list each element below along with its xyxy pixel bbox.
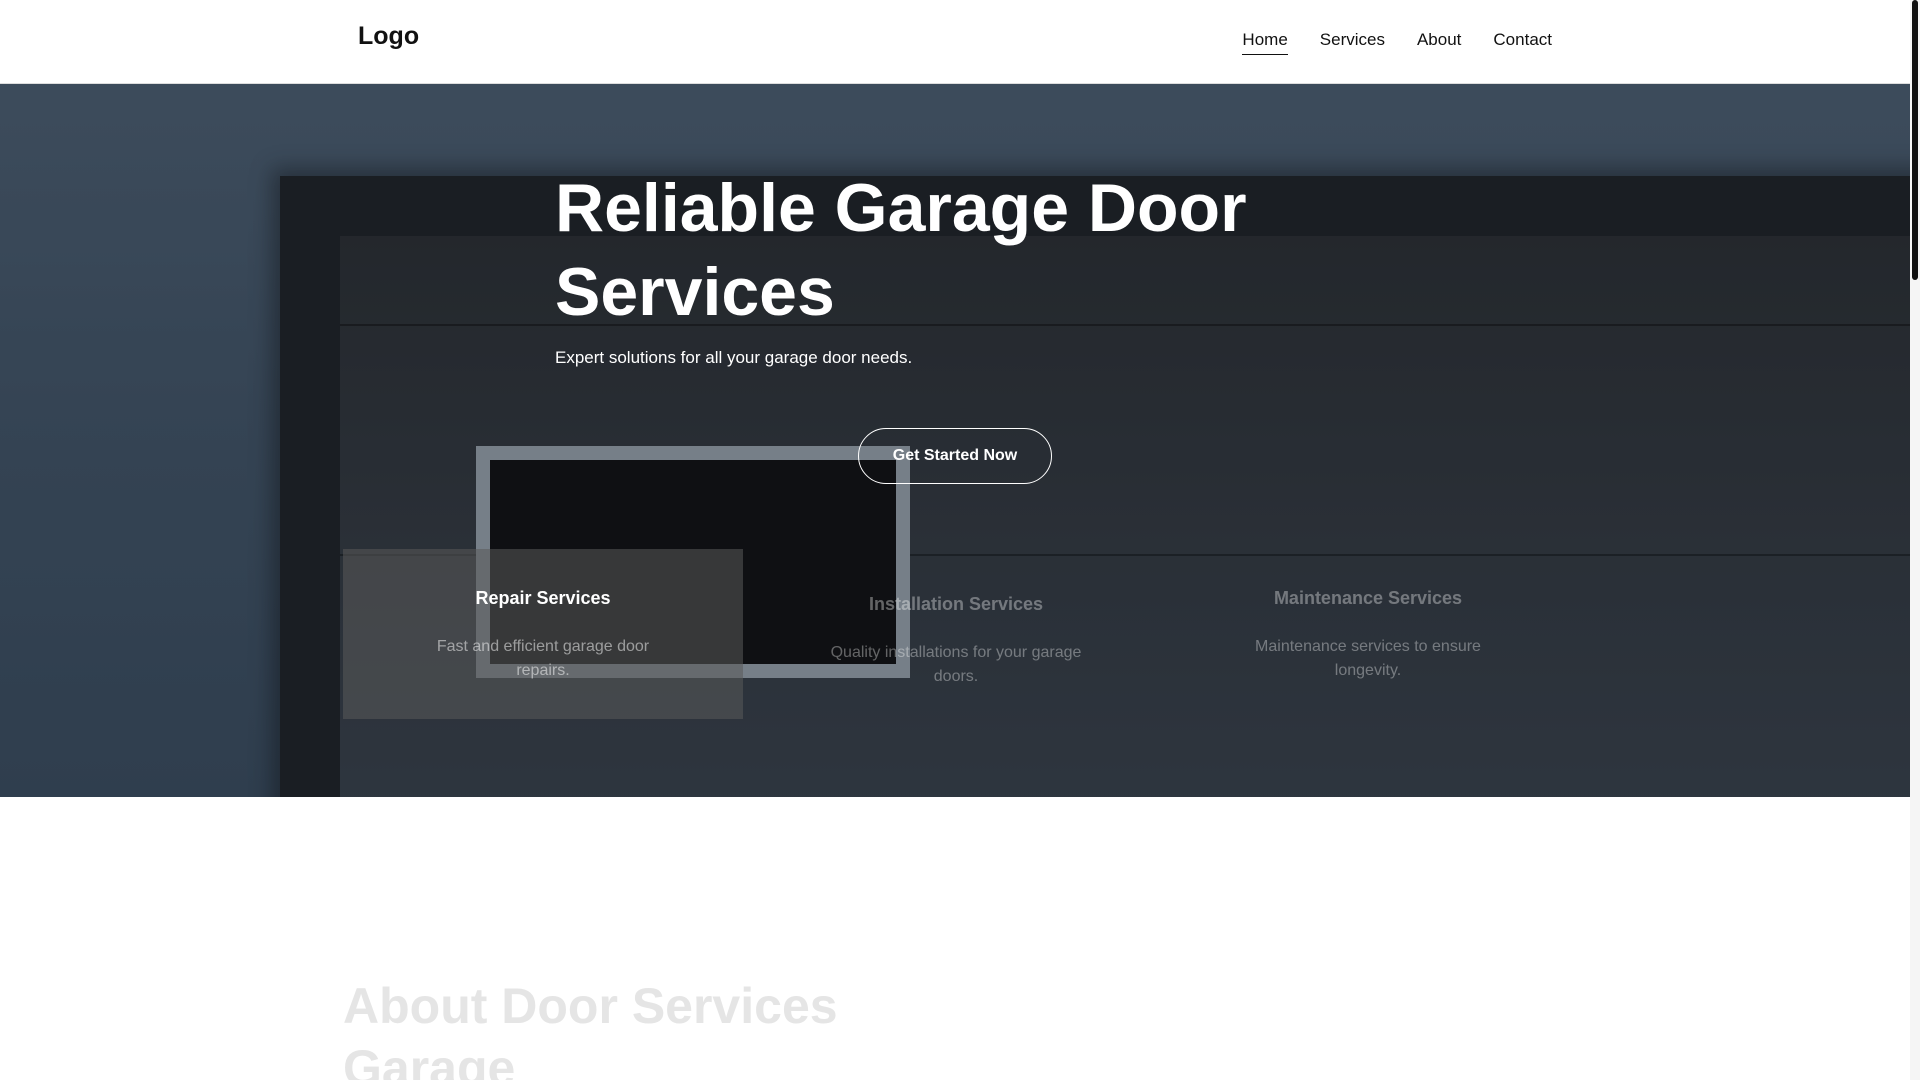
site-header: Logo Home Services About Contact — [0, 0, 1910, 84]
hero-title: Reliable Garage Door Services — [555, 170, 1247, 330]
service-card-repair[interactable]: Repair Services Fast and efficient garag… — [343, 549, 743, 719]
service-card-text: Maintenance services to ensure longevity… — [1255, 638, 1481, 679]
service-card-title: Maintenance Services — [1273, 588, 1463, 608]
service-card-text: Fast and efficient garage door repairs. — [436, 638, 650, 679]
service-card-installation[interactable]: Installation Services Quality installati… — [756, 549, 1156, 719]
nav-home-link[interactable]: Home — [1242, 30, 1288, 55]
about-section-title: About Door Services Garage — [343, 978, 838, 1080]
logo[interactable]: Logo — [358, 22, 419, 51]
nav-about-link[interactable]: About — [1417, 30, 1461, 55]
scrollbar-thumb[interactable] — [1912, 0, 1918, 280]
nav-contact-link[interactable]: Contact — [1493, 30, 1552, 55]
service-card-text: Quality installations for your garage do… — [830, 644, 1082, 685]
page-scrollbar[interactable] — [1910, 0, 1920, 1080]
page: Logo Home Services About Contact Reliabl… — [0, 0, 1920, 1080]
service-card-title: Repair Services — [475, 588, 611, 608]
main-nav: Home Services About Contact — [1242, 30, 1552, 55]
service-card-title: Installation Services — [868, 594, 1044, 614]
get-started-button[interactable]: Get Started Now — [858, 428, 1052, 484]
hero-section: Reliable Garage Door Services Expert sol… — [0, 84, 1910, 797]
hero-subtitle: Expert solutions for all your garage doo… — [555, 348, 913, 367]
nav-services-link[interactable]: Services — [1320, 30, 1385, 55]
service-card-maintenance[interactable]: Maintenance Services Maintenance service… — [1168, 549, 1568, 719]
